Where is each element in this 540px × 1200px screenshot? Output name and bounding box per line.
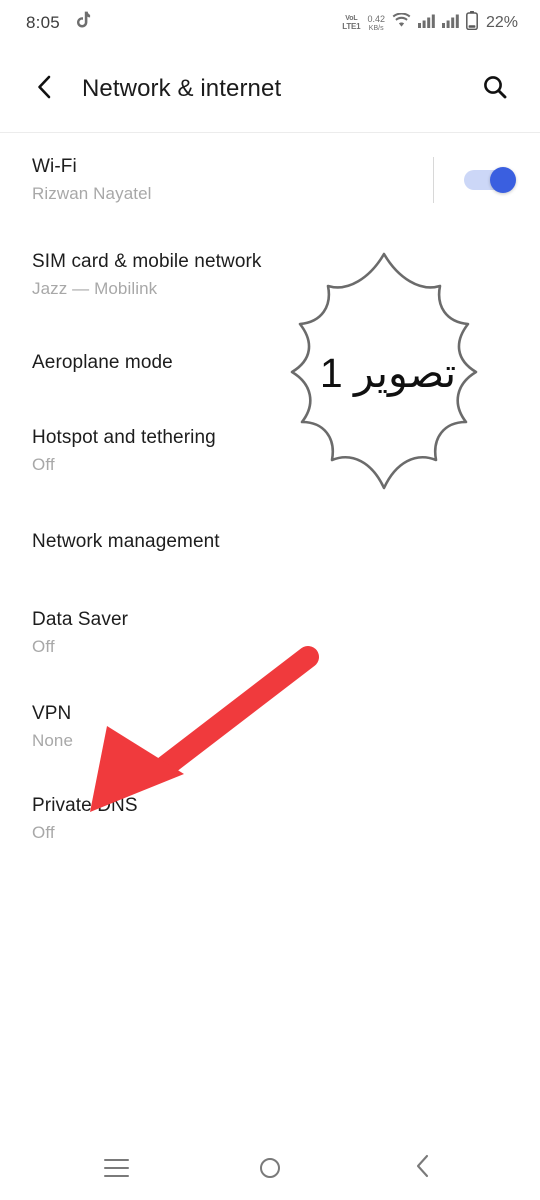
row-texts: Aeroplane mode [32,351,514,375]
volte-label-bottom: LTE1 [342,22,361,31]
row-texts: Private DNS Off [32,794,514,844]
circle-home-icon [259,1158,280,1178]
signal-bars-icon [417,14,435,33]
battery-percent-label: 22% [485,14,518,31]
list-item-hotspot-tethering[interactable]: Hotspot and tethering Off [0,403,540,498]
wifi-icon [392,12,411,33]
list-item-subtitle: Off [32,637,55,656]
system-navigation-bar [0,1136,540,1200]
page-title: Network & internet [82,75,282,102]
list-item-subtitle: Off [32,454,55,474]
list-item-title: Data Saver [32,609,129,630]
back-chevron-icon [414,1153,432,1184]
menu-icon-line [104,1175,130,1177]
list-item-network-management[interactable]: Network management [0,498,540,586]
network-speed-unit: KB/s [368,24,384,32]
nav-back-button[interactable] [391,1142,455,1194]
row-texts: Network management [32,530,514,554]
wifi-row-control [433,133,516,227]
list-item-title: VPN [32,703,72,724]
list-item-subtitle: Rizwan Nayatel [32,184,152,203]
list-item-subtitle: Off [32,823,55,842]
back-button[interactable] [28,72,62,106]
status-bar: 8:05 VoL LTE1 0.42 KB/s 22% [0,0,540,46]
nav-home-button[interactable] [238,1142,302,1194]
battery-icon [466,11,478,35]
list-item-title: Wi-Fi [32,156,77,177]
list-item-title: SIM card & mobile network [32,250,262,272]
list-item-private-dns[interactable]: Private DNS Off [0,774,540,864]
status-bar-left: 8:05 [26,11,91,35]
list-item-title: Aeroplane mode [32,351,173,373]
network-speed-indicator: 0.42 KB/s [367,13,385,32]
status-clock: 8:05 [26,13,60,32]
list-item-aeroplane-mode[interactable]: Aeroplane mode [0,322,540,403]
list-item-sim-card[interactable]: SIM card & mobile network Jazz — Mobilin… [0,227,540,322]
list-item-title: Private DNS [32,795,138,816]
back-chevron-icon [33,74,57,105]
list-item-wifi[interactable]: Wi-Fi Rizwan Nayatel [0,133,540,227]
wifi-toggle[interactable] [464,167,516,193]
row-texts: Hotspot and tethering Off [32,426,514,476]
nav-recents-button[interactable] [85,1142,149,1194]
volte-icon: VoL LTE1 [342,15,360,31]
volte-label-top: VoL [345,15,358,22]
list-item-title: Hotspot and tethering [32,426,216,448]
menu-icon-line [104,1167,130,1169]
row-texts: VPN None [32,702,514,752]
list-item-data-saver[interactable]: Data Saver Off [0,586,540,680]
row-texts: Data Saver Off [32,608,514,658]
list-item-vpn[interactable]: VPN None [0,680,540,774]
list-item-subtitle: None [32,731,74,750]
status-bar-right: VoL LTE1 0.42 KB/s 22% [342,11,518,35]
tiktok-icon [74,11,91,35]
toggle-thumb [490,167,516,193]
menu-icon-line [104,1159,130,1161]
search-button[interactable] [476,70,514,108]
row-vertical-divider [433,157,434,203]
menu-icon [104,1159,130,1177]
signal-bars-icon-secondary [441,14,459,33]
row-texts: Wi-Fi Rizwan Nayatel [32,155,433,205]
search-icon [482,74,508,105]
list-item-subtitle: Jazz — Mobilink [32,278,158,298]
app-header: Network & internet [0,46,540,132]
settings-list: Wi-Fi Rizwan Nayatel SIM card & mobile n… [0,133,540,864]
network-speed-value: 0.42 [367,13,385,24]
list-item-title: Network management [32,531,220,552]
row-texts: SIM card & mobile network Jazz — Mobilin… [32,250,514,300]
